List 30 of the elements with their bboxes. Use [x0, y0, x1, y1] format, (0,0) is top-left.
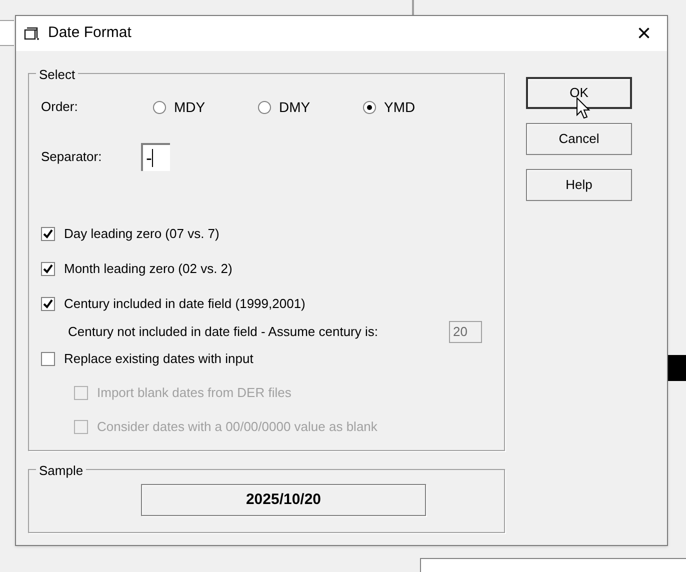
radio-button[interactable] — [258, 100, 271, 114]
checkbox-label: Consider dates with a 00/00/0000 value as blank — [97, 418, 378, 436]
radio-button[interactable] — [363, 100, 376, 114]
window-title: Date Format — [48, 23, 132, 44]
checkbox[interactable] — [41, 226, 55, 241]
checkbox-label: Import blank dates from DER files — [97, 384, 292, 402]
dialog-button[interactable]: OK — [526, 77, 632, 109]
radio-label: DMY — [279, 98, 310, 116]
checkbox-label: Day leading zero (07 vs. 7) — [64, 225, 220, 243]
window-icon — [24, 26, 40, 40]
radio-label: YMD — [384, 98, 416, 116]
close-button[interactable]: × — [629, 20, 659, 48]
checkbox[interactable] — [41, 296, 55, 311]
background-panel — [0, 20, 14, 46]
radio-label: MDY — [174, 98, 206, 116]
checkbox-label: Month leading zero (02 vs. 2) — [64, 260, 232, 278]
radio-button[interactable] — [153, 100, 166, 114]
checkbox[interactable] — [41, 352, 55, 366]
background-bar — [667, 355, 686, 381]
separator-label: Separator: — [41, 148, 103, 166]
cursor-icon — [576, 97, 590, 119]
checkbox-label: Replace existing dates with input — [64, 350, 254, 368]
checkbox-label: Century included in date field (1999,2001) — [64, 295, 306, 313]
order-label: Order: — [41, 98, 79, 116]
century-label: Century not included in date field - Assume century is: — [68, 323, 379, 342]
sample-display: 2025/10/20 — [141, 484, 426, 516]
checkbox[interactable] — [41, 262, 55, 276]
separator-field[interactable]: - — [141, 143, 170, 171]
dialog-button[interactable]: Cancel — [526, 123, 632, 155]
dialog-button[interactable]: Help — [526, 169, 632, 201]
